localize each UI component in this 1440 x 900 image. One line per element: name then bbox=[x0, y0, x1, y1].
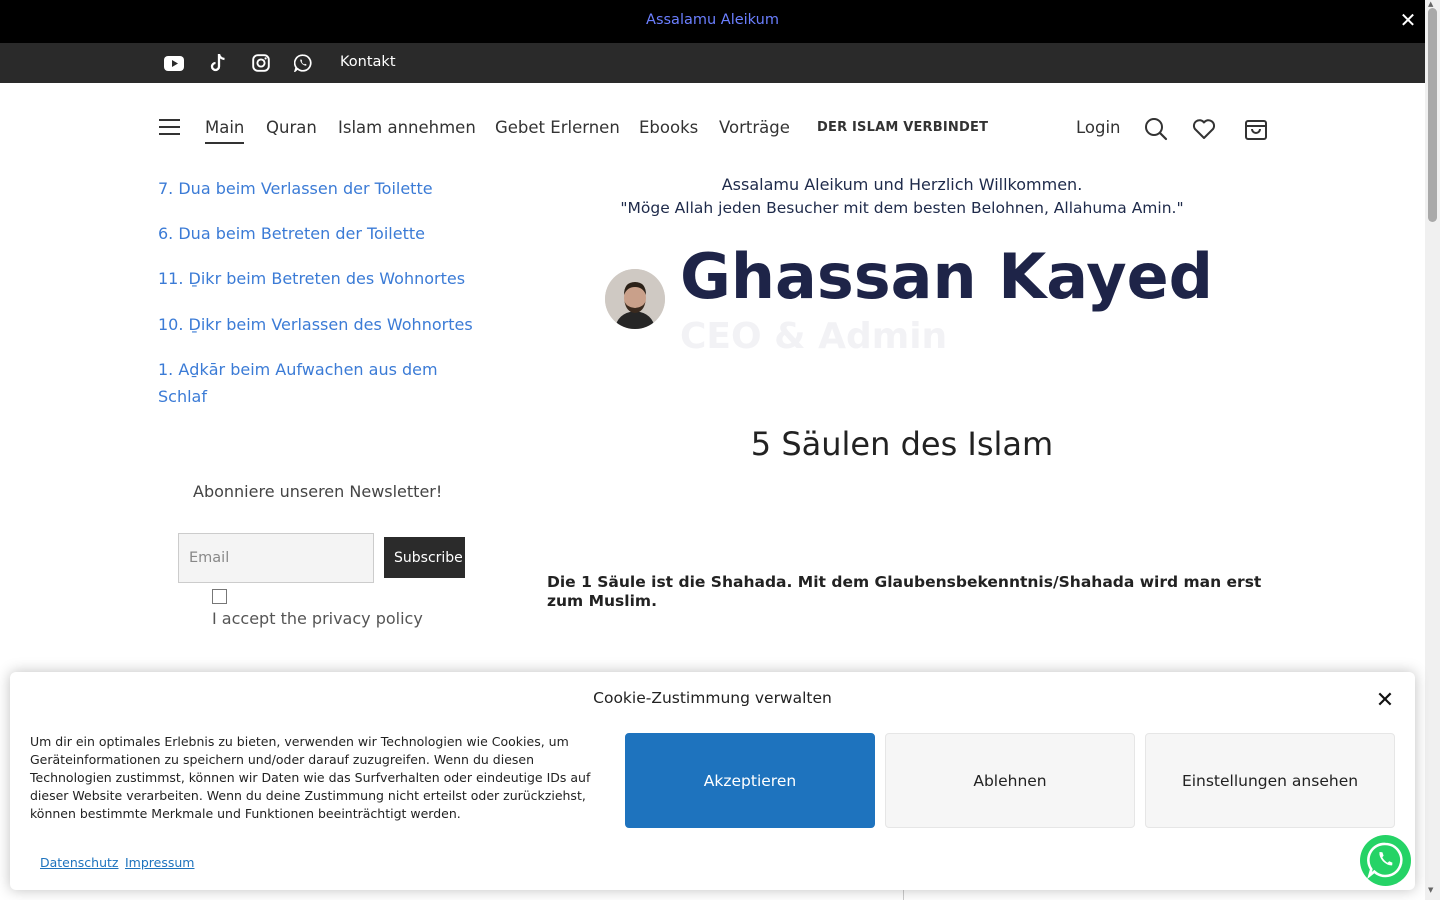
pillar-paragraph: Die 1 Säule ist die Shahada. Mit dem Gla… bbox=[547, 573, 1262, 610]
impressum-link[interactable]: Impressum bbox=[125, 855, 194, 870]
privacy-policy-label: I accept the privacy policy bbox=[212, 609, 423, 628]
author-role: CEO & Admin bbox=[680, 316, 948, 357]
sidebar-link[interactable]: 11. Ḏikr beim Betreten des Wohnortes bbox=[158, 265, 488, 292]
nav-item-islam-annehmen[interactable]: Islam annehmen bbox=[338, 118, 476, 137]
search-icon[interactable] bbox=[1143, 116, 1169, 142]
hamburger-menu-icon[interactable] bbox=[159, 119, 181, 137]
page-scrollbar[interactable]: ▲ ▼ bbox=[1425, 0, 1440, 900]
cookie-consent-dialog: Cookie-Zustimmung verwalten ✕ Um dir ein… bbox=[10, 672, 1415, 890]
section-title: 5 Säulen des Islam bbox=[750, 425, 1054, 463]
site-brand-logo[interactable]: DER ISLAM VERBINDET bbox=[817, 120, 988, 135]
nav-item-main[interactable]: Main bbox=[205, 118, 245, 144]
deny-cookies-button[interactable]: Ablehnen bbox=[885, 733, 1135, 828]
kontakt-link[interactable]: Kontakt bbox=[340, 54, 396, 70]
login-link[interactable]: Login bbox=[1076, 118, 1121, 137]
nav-item-ebooks[interactable]: Ebooks bbox=[639, 118, 698, 137]
nav-item-vortraege[interactable]: Vorträge bbox=[719, 118, 790, 137]
sidebar-link[interactable]: 7. Dua beim Verlassen der Toilette bbox=[158, 175, 488, 202]
accept-cookies-button[interactable]: Akzeptieren bbox=[625, 733, 875, 828]
author-avatar bbox=[605, 269, 665, 329]
sidebar-link[interactable]: 10. Ḏikr beim Verlassen des Wohnortes bbox=[158, 311, 488, 338]
nav-item-gebet-erlernen[interactable]: Gebet Erlernen bbox=[495, 118, 620, 137]
subscribe-button[interactable]: Subscribe bbox=[384, 537, 465, 578]
shopping-bag-icon[interactable] bbox=[1243, 116, 1269, 142]
social-bar: Kontakt bbox=[0, 43, 1425, 83]
cookie-description: Um dir ein optimales Erlebnis zu bieten,… bbox=[30, 734, 591, 821]
welcome-quote: "Möge Allah jeden Besucher mit dem beste… bbox=[620, 199, 1184, 217]
cookie-settings-button[interactable]: Einstellungen ansehen bbox=[1145, 733, 1395, 828]
scroll-up-arrow-icon[interactable]: ▲ bbox=[1428, 0, 1433, 8]
privacy-policy-checkbox[interactable] bbox=[212, 589, 227, 604]
announcement-bar: Assalamu Aleikum ✕ bbox=[0, 0, 1425, 43]
scroll-down-arrow-icon[interactable]: ▼ bbox=[1428, 886, 1433, 894]
newsletter-title: Abonniere unseren Newsletter! bbox=[193, 482, 443, 501]
sidebar-link[interactable]: 1. Aḏkār beim Aufwachen aus dem Schlaf bbox=[158, 356, 458, 410]
newsletter-email-input[interactable] bbox=[178, 533, 374, 583]
datenschutz-link[interactable]: Datenschutz bbox=[40, 855, 119, 870]
instagram-icon[interactable] bbox=[250, 52, 272, 74]
sidebar-link[interactable]: 6. Dua beim Betreten der Toilette bbox=[158, 220, 488, 247]
heart-icon[interactable] bbox=[1191, 116, 1217, 142]
announcement-close-icon[interactable]: ✕ bbox=[1398, 10, 1418, 30]
author-name: Ghassan Kayed bbox=[680, 240, 1214, 313]
tiktok-icon[interactable] bbox=[207, 52, 229, 74]
nav-item-quran[interactable]: Quran bbox=[266, 118, 317, 137]
scroll-thumb[interactable] bbox=[1428, 8, 1437, 222]
welcome-heading: Assalamu Aleikum und Herzlich Willkommen… bbox=[721, 175, 1083, 194]
main-nav: Main Quran Islam annehmen Gebet Erlernen… bbox=[0, 83, 1425, 173]
whatsapp-chat-icon[interactable] bbox=[1360, 835, 1411, 886]
announcement-text: Assalamu Aleikum bbox=[646, 12, 779, 28]
youtube-icon[interactable] bbox=[163, 52, 185, 74]
cookie-close-icon[interactable]: ✕ bbox=[1374, 690, 1396, 712]
whatsapp-icon[interactable] bbox=[292, 52, 314, 74]
cookie-dialog-title: Cookie-Zustimmung verwalten bbox=[593, 689, 832, 707]
